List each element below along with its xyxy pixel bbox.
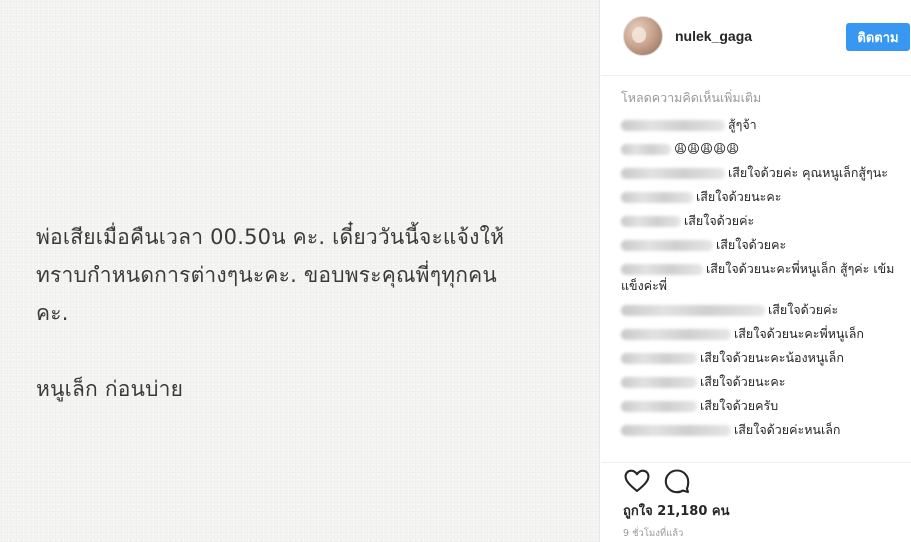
heart-outline-icon[interactable] xyxy=(623,467,651,495)
post-text-line: คะ. xyxy=(36,301,69,325)
comment-text: เสียใจด้วยค่ะหนเล็ก xyxy=(734,422,841,437)
comment-item: เสียใจด้วยค่ะหนเล็ก xyxy=(621,421,906,438)
comment-item: เสียใจด้วยค่ะ xyxy=(621,301,906,318)
username-link[interactable]: nulek_gaga xyxy=(675,28,752,44)
comment-item: เสียใจด้วยนะคะน้องหนูเล็ก xyxy=(621,349,906,366)
comment-text: เสียใจด้วยค่ะ xyxy=(768,302,839,317)
blurred-username[interactable] xyxy=(621,329,731,340)
comment-text: 😩😩😩😩😩 xyxy=(674,141,740,156)
post-text-line: ทราบกำหนดการต่างๆนะคะ. ขอบพระคุณพี่ๆทุกค… xyxy=(36,263,497,287)
comment-item: เสียใจด้วยครับ xyxy=(621,397,906,414)
post-header: nulek_gaga ติดตาม xyxy=(601,0,911,76)
post-caption-image-text: พ่อเสียเมื่อคืนเวลา 00.50น คะ. เดี๋ยววัน… xyxy=(36,218,576,408)
comment-text: เสียใจด้วยนะคะ xyxy=(700,374,786,389)
comment-text: เสียใจด้วยนะคะน้องหนูเล็ก xyxy=(700,350,844,365)
avatar[interactable] xyxy=(623,16,663,56)
comment-text: เสียใจด้วยนะคะ xyxy=(696,189,782,204)
blurred-username[interactable] xyxy=(621,305,765,316)
comment-item: เสียใจด้วยนะคะพี่หนูเล็ก สู้ๆค่ะ เข้มแข็… xyxy=(621,260,906,294)
likes-count[interactable]: ถูกใจ 21,180 คน xyxy=(623,500,730,521)
comment-text: เสียใจด้วยคะ xyxy=(716,237,787,252)
post-sidebar: nulek_gaga ติดตาม โหลดความคิดเห็นเพิ่มเต… xyxy=(601,0,911,542)
comment-item: เสียใจด้วยคะ xyxy=(621,236,906,253)
comment-item: เสียใจด้วยค่ะ xyxy=(621,212,906,229)
comment-text: สู้ๆจ้า xyxy=(728,117,757,132)
comment-text: เสียใจด้วยค่ะ คุณหนูเล็กสู้ๆนะ xyxy=(728,165,889,180)
comment-item: เสียใจด้วยค่ะ คุณหนูเล็กสู้ๆนะ xyxy=(621,164,906,181)
comment-item: เสียใจด้วยนะคะ xyxy=(621,188,906,205)
post-image: พ่อเสียเมื่อคืนเวลา 00.50น คะ. เดี๋ยววัน… xyxy=(0,0,600,542)
blurred-username[interactable] xyxy=(621,264,703,275)
comment-text: เสียใจด้วยครับ xyxy=(700,398,779,413)
comment-item: สู้ๆจ้า xyxy=(621,116,906,133)
load-more-comments-link[interactable]: โหลดความคิดเห็นเพิ่มเติม xyxy=(621,88,906,108)
post-timestamp[interactable]: 9 ชั่วโมงที่แล้ว xyxy=(623,526,683,541)
blurred-username[interactable] xyxy=(621,216,681,227)
post-actions: ถูกใจ 21,180 คน 9 ชั่วโมงที่แล้ว xyxy=(601,462,911,542)
blurred-username[interactable] xyxy=(621,120,725,131)
post-text-line: พ่อเสียเมื่อคืนเวลา 00.50น คะ. เดี๋ยววัน… xyxy=(36,225,505,249)
blurred-username[interactable] xyxy=(621,353,697,364)
blurred-username[interactable] xyxy=(621,240,713,251)
blurred-username[interactable] xyxy=(621,401,697,412)
comment-text: เสียใจด้วยนะคะพี่หนูเล็ก xyxy=(734,326,864,341)
blurred-username[interactable] xyxy=(621,168,725,179)
comments-list: โหลดความคิดเห็นเพิ่มเติม สู้ๆจ้า 😩😩😩😩😩 เ… xyxy=(621,88,906,445)
blurred-username[interactable] xyxy=(621,425,731,436)
comment-item: เสียใจด้วยนะคะ xyxy=(621,373,906,390)
comment-bubble-icon[interactable] xyxy=(663,467,691,495)
comment-item: เสียใจด้วยนะคะพี่หนูเล็ก xyxy=(621,325,906,342)
follow-button[interactable]: ติดตาม xyxy=(846,23,910,51)
comment-text: เสียใจด้วยค่ะ xyxy=(684,213,755,228)
blurred-username[interactable] xyxy=(621,377,697,388)
blurred-username[interactable] xyxy=(621,144,671,155)
post-signature: หนูเล็ก ก่อนบ่าย xyxy=(36,377,184,401)
comment-item: 😩😩😩😩😩 xyxy=(621,140,906,157)
blurred-username[interactable] xyxy=(621,192,693,203)
